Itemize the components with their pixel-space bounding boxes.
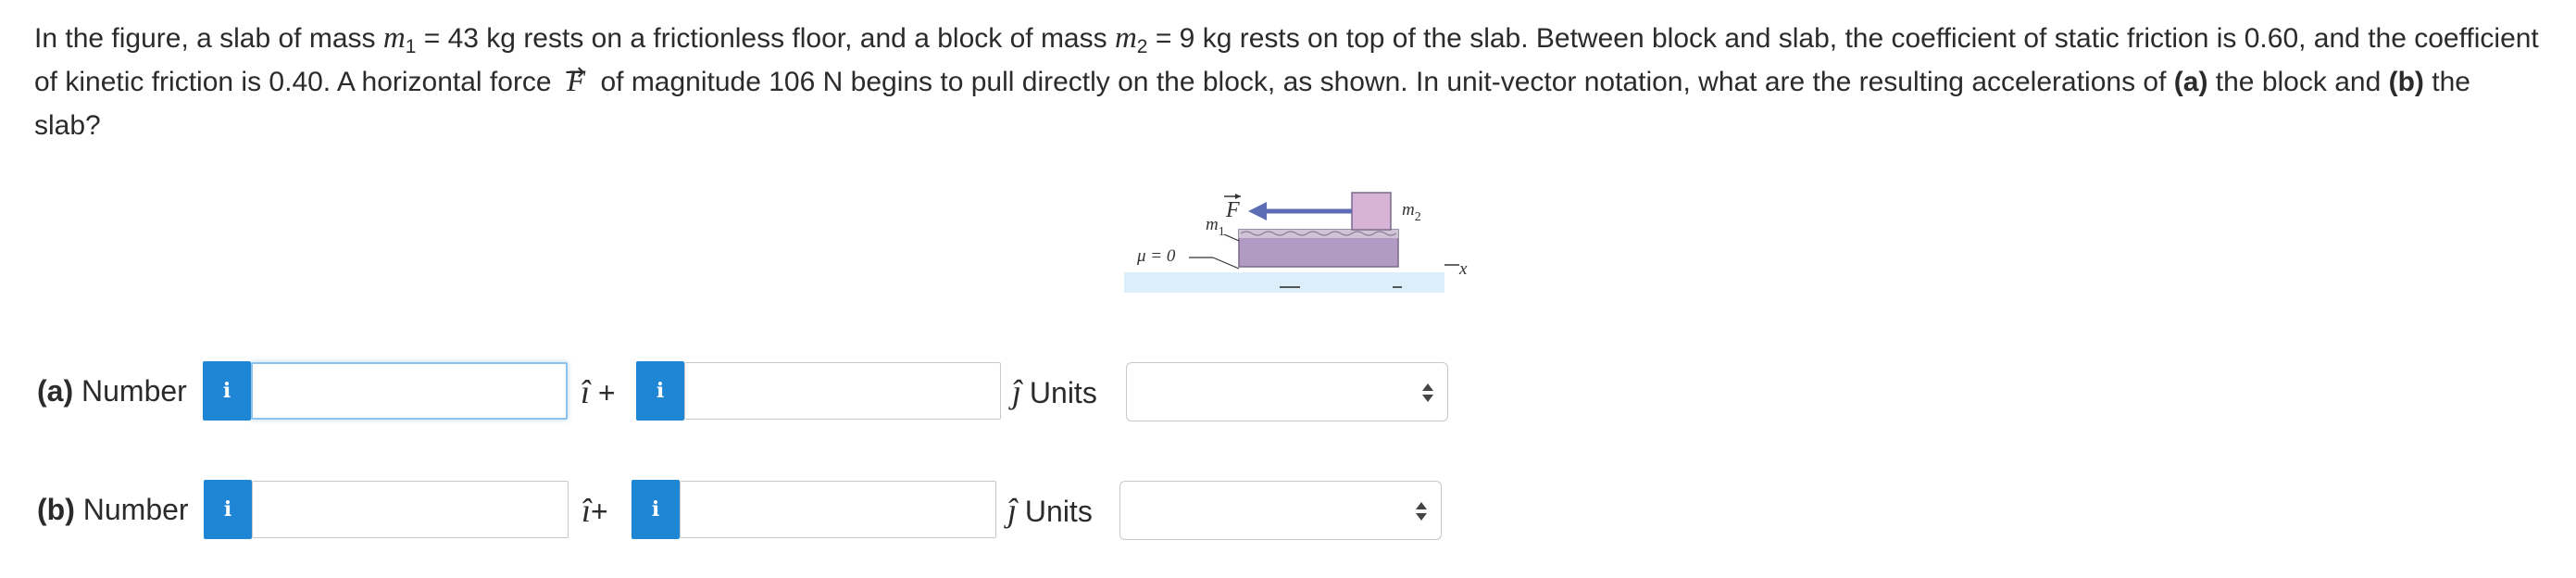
i-hat-label: î+ xyxy=(581,491,608,530)
units-select[interactable] xyxy=(1126,362,1448,421)
part-b-marker: (b) xyxy=(2388,67,2424,97)
block xyxy=(1351,192,1392,231)
mass-symbol: m xyxy=(1114,21,1137,55)
m2-symbol: m xyxy=(1402,200,1415,220)
mass-symbol: m xyxy=(382,21,406,55)
mass-subscript: 1 xyxy=(405,36,417,57)
m1-subscript: 1 xyxy=(1219,225,1225,239)
answer-row-a: (a) Number i î + i ĵ Units xyxy=(0,361,1482,422)
j-hat-symbol: ĵ xyxy=(1007,492,1018,529)
m2-label: m2 xyxy=(1402,200,1421,224)
select-arrows-icon xyxy=(1422,383,1433,402)
force-label: F xyxy=(1225,198,1240,222)
question-segment: the block and xyxy=(2207,67,2389,97)
friction-coefficient-label: μ = 0 xyxy=(1136,246,1176,266)
j-hat-symbol: ĵ xyxy=(1012,373,1022,410)
m1-leader-line xyxy=(1223,233,1240,242)
row-label: (b) Number xyxy=(37,493,189,527)
plus-sign: + xyxy=(590,376,616,409)
slab-block-figure: x F m1 m2 μ = 0 xyxy=(1124,192,1468,293)
m2-subscript: 2 xyxy=(1415,210,1421,224)
m1-symbol: m xyxy=(1206,215,1219,234)
plus-sign: + xyxy=(591,495,608,528)
units-text: Units xyxy=(1021,376,1097,409)
i-component-input[interactable] xyxy=(252,481,569,538)
floor xyxy=(1124,272,1444,293)
force-vector: → F xyxy=(559,58,593,104)
x-axis-label: x xyxy=(1458,259,1468,279)
row-letter: (a) xyxy=(37,374,74,408)
info-button[interactable]: i xyxy=(636,361,684,421)
vector-arrow: → xyxy=(564,58,585,86)
info-button[interactable]: i xyxy=(631,480,680,539)
answer-row-b: (b) Number i î+ i ĵ Units xyxy=(0,480,1482,541)
info-icon: i xyxy=(222,379,231,403)
j-component-input[interactable] xyxy=(684,362,1001,420)
row-label: (a) Number xyxy=(37,374,187,408)
i-component-input[interactable] xyxy=(251,362,568,420)
info-button[interactable]: i xyxy=(203,361,251,421)
m1-label: m1 xyxy=(1206,215,1225,239)
i-hat-label: î + xyxy=(581,372,616,411)
info-icon: i xyxy=(223,497,232,521)
info-icon: i xyxy=(656,379,665,403)
part-a-marker: (a) xyxy=(2173,67,2208,97)
i-hat-symbol: î xyxy=(581,492,592,529)
units-label: ĵ Units xyxy=(1007,491,1093,530)
question-segment: In the figure, a slab of mass xyxy=(34,23,383,54)
units-label: ĵ Units xyxy=(1012,372,1097,411)
select-arrows-icon xyxy=(1416,502,1427,521)
force-arrow-head xyxy=(1248,202,1267,220)
question-segment: of magnitude 106 N begins to pull direct… xyxy=(593,67,2174,97)
row-label-text: Number xyxy=(73,374,187,408)
info-button[interactable]: i xyxy=(204,480,252,539)
j-component-input[interactable] xyxy=(680,481,996,538)
units-select[interactable] xyxy=(1119,481,1442,540)
row-letter: (b) xyxy=(37,493,75,526)
question-segment: = 43 kg rests on a frictionless floor, a… xyxy=(416,23,1115,54)
row-label-text: Number xyxy=(74,493,189,526)
mass-subscript: 2 xyxy=(1136,36,1148,57)
i-hat-symbol: î xyxy=(581,373,591,410)
question-text: In the figure, a slab of mass m1 = 43 kg… xyxy=(34,17,2544,147)
mu-leader-line xyxy=(1212,257,1240,270)
units-text: Units xyxy=(1017,495,1093,528)
info-icon: i xyxy=(651,497,660,521)
